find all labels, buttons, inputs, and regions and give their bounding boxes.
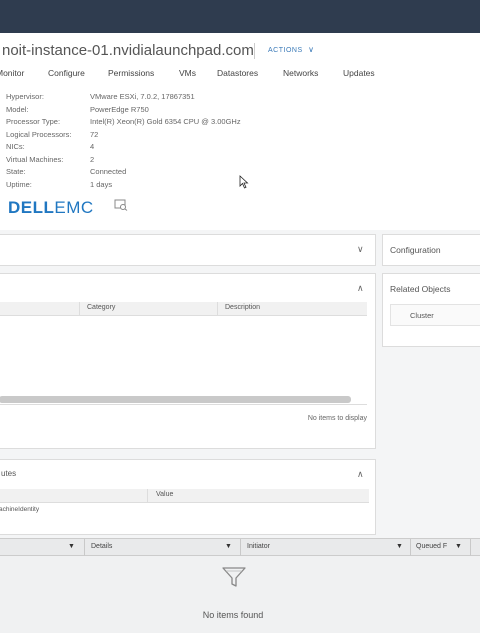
summary-value: Connected [90, 167, 127, 176]
summary-key: Model: [6, 104, 29, 114]
filter-icon[interactable]: ▼ [455, 543, 462, 550]
summary-key: State: [6, 167, 26, 176]
column-divider [147, 489, 148, 503]
tab-vms[interactable]: VMs [179, 68, 196, 78]
chevron-down-icon[interactable]: ∨ [357, 244, 364, 255]
summary-key: Hypervisor: [6, 92, 44, 101]
funnel-icon [222, 567, 246, 587]
related-objects-title: Related Objects [390, 284, 451, 294]
actions-button[interactable]: ACTIONS ∨ [268, 45, 314, 54]
summary-value: 4 [90, 142, 95, 151]
chevron-up-icon[interactable]: ∧ [357, 469, 364, 480]
summary-value: VMware ESXi, 7.0.2, 17867351 [90, 92, 195, 101]
summary-key: Processor Type: [6, 117, 61, 126]
host-summary: Hypervisor: VMware ESXi, 7.0.2, 17867351… [0, 85, 480, 230]
chevron-down-icon: ∨ [308, 45, 315, 54]
tab-monitor[interactable]: Monitor [0, 68, 24, 78]
dell-logo-text: DELL [8, 198, 55, 217]
tags-grid-header: Category Description [0, 302, 367, 316]
title-divider [254, 43, 255, 59]
tab-networks[interactable]: Networks [283, 68, 318, 78]
column-details[interactable]: Details [91, 543, 112, 550]
column-category[interactable]: Category [87, 304, 115, 311]
no-items-found-message: No items found [202, 610, 264, 620]
cluster-label: Cluster [410, 311, 434, 320]
vendor-hardware-icon [114, 199, 128, 211]
filter-icon[interactable]: ▼ [225, 543, 232, 550]
filter-icon[interactable]: ▼ [396, 543, 403, 550]
mouse-cursor-icon [239, 175, 249, 189]
summary-value: 1 days [90, 179, 113, 189]
empty-grid-message: No items to display [307, 415, 367, 422]
tab-permissions[interactable]: Permissions [108, 68, 154, 78]
cluster-link[interactable]: Cluster [390, 304, 480, 326]
tab-configure[interactable]: Configure [48, 68, 85, 78]
attributes-title: utes [1, 469, 17, 478]
column-divider [240, 539, 241, 556]
attributes-grid-header: Value [0, 489, 369, 503]
actions-label: ACTIONS [268, 47, 303, 54]
column-divider [410, 539, 411, 556]
custom-attributes-panel: utes ∧ Value achineIdentity [0, 459, 376, 535]
summary-key: NICs: [6, 142, 25, 151]
column-queued-for[interactable]: Queued F [416, 543, 447, 550]
summary-value: 72 [90, 129, 99, 139]
horizontal-scrollbar[interactable] [0, 396, 351, 403]
tags-grid-body [0, 317, 367, 405]
summary-key: Virtual Machines: [6, 154, 64, 164]
summary-key: Uptime: [6, 179, 32, 189]
column-divider [79, 302, 80, 316]
configuration-panel[interactable]: Configuration [382, 234, 480, 266]
attribute-row: achineIdentity [0, 506, 40, 513]
tab-updates[interactable]: Updates [343, 68, 375, 78]
collapsed-panel: ∨ [0, 234, 376, 266]
tags-panel: ∧ Category Description No items to displ… [0, 273, 376, 449]
column-divider [84, 539, 85, 556]
related-objects-panel: Related Objects Cluster [382, 273, 480, 347]
tasks-grid-header: ▼ Details ▼ Initiator ▼ Queued F ▼ [0, 539, 480, 556]
filter-icon[interactable]: ▼ [68, 543, 75, 550]
configuration-title: Configuration [390, 245, 441, 255]
column-divider [470, 539, 471, 556]
chevron-up-icon[interactable]: ∧ [357, 283, 364, 294]
dell-emc-logo: DELLEMC [8, 198, 94, 218]
column-description[interactable]: Description [225, 304, 260, 311]
host-title: noit-instance-01.nvidialaunchpad.com [2, 42, 254, 59]
object-header: noit-instance-01.nvidialaunchpad.com ACT… [0, 33, 480, 85]
summary-value: 2 [90, 154, 95, 164]
tab-datastores[interactable]: Datastores [217, 68, 258, 78]
summary-key: Logical Processors: [6, 129, 72, 139]
top-navigation-bar [0, 0, 480, 33]
summary-value: PowerEdge R750 [90, 104, 149, 114]
column-divider [217, 302, 218, 316]
column-value[interactable]: Value [156, 491, 173, 498]
column-initiator[interactable]: Initiator [247, 543, 270, 550]
summary-value: Intel(R) Xeon(R) Gold 6354 CPU @ 3.00GHz [90, 117, 241, 126]
emc-logo-text: EMC [54, 198, 94, 217]
